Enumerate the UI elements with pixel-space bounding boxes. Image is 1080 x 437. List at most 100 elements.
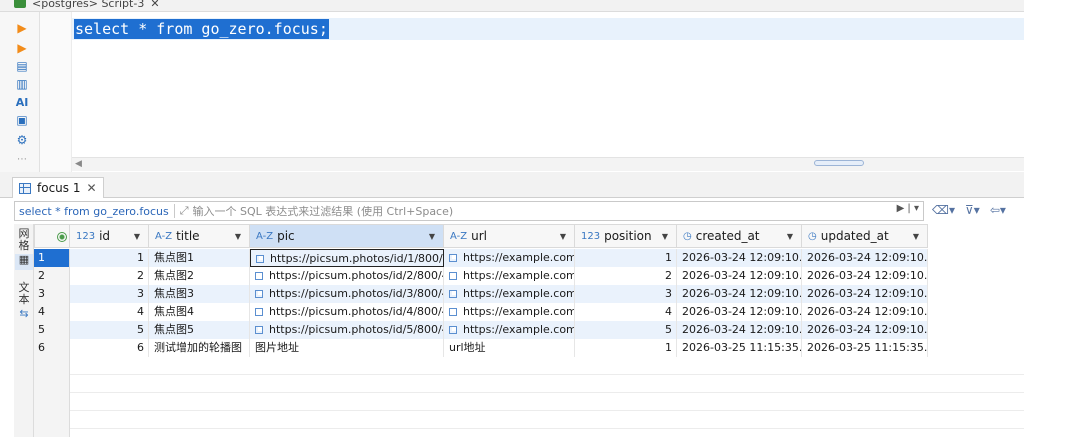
cell-position[interactable]: 1	[575, 249, 677, 267]
table-row[interactable]: 1 1 焦点图1 https://picsum.photos/id/1/800/400…	[34, 249, 928, 267]
cell-position[interactable]: 1	[575, 339, 677, 357]
link-icon[interactable]	[449, 326, 457, 334]
column-header-pic[interactable]: A-Z pic ▼	[250, 224, 444, 248]
tab-focus-1[interactable]: focus 1 ✕	[12, 177, 104, 198]
row-number[interactable]: 6	[34, 339, 70, 357]
table-row[interactable]: 3 3 焦点图3 https://picsum.photos/id/3/800/400…	[34, 285, 928, 303]
cell-title[interactable]: 焦点图2	[149, 267, 250, 285]
editor-horizontal-scrollbar[interactable]: ◀	[72, 157, 1024, 171]
sort-dropdown-icon[interactable]: ▼	[787, 232, 793, 241]
cell-pic[interactable]: https://picsum.photos/id/1/800/400	[250, 249, 444, 267]
cell-title[interactable]: 测试增加的轮播图	[149, 339, 250, 357]
table-row[interactable]: 5 5 焦点图5 https://picsum.photos/id/5/800/400…	[34, 321, 928, 339]
sort-dropdown-icon[interactable]: ▼	[134, 232, 140, 241]
column-header-updated_at[interactable]: ◷ updated_at ▼	[802, 224, 928, 248]
grid-view-toggle[interactable]: 网格	[15, 228, 33, 252]
cell-pic[interactable]: https://picsum.photos/id/3/800/400	[250, 285, 444, 303]
cell-title[interactable]: 焦点图3	[149, 285, 250, 303]
expand-icon[interactable]: ⤢	[180, 204, 189, 218]
link-icon[interactable]	[449, 308, 457, 316]
close-icon[interactable]: ✕	[86, 181, 96, 195]
record-mode-icon[interactable]: ⇆	[15, 308, 33, 320]
link-icon[interactable]	[449, 272, 457, 280]
cell-title[interactable]: 焦点图4	[149, 303, 250, 321]
cell-title[interactable]: 焦点图1	[149, 249, 250, 267]
cell-updated_at[interactable]: 2026-03-24 12:09:10.000	[802, 267, 928, 285]
close-icon[interactable]: ✕	[150, 0, 159, 10]
row-number[interactable]: 5	[34, 321, 70, 339]
explain-plan-icon[interactable]: ▤	[14, 58, 30, 74]
link-icon[interactable]	[256, 255, 264, 263]
scroll-left-icon[interactable]: ◀	[75, 158, 82, 171]
cell-pic[interactable]: https://picsum.photos/id/2/800/400	[250, 267, 444, 285]
execute-script-icon[interactable]: ▶	[14, 40, 30, 56]
sort-dropdown-icon[interactable]: ▼	[560, 232, 566, 241]
sort-dropdown-icon[interactable]: ▼	[235, 232, 241, 241]
more-tools-icon[interactable]: ⋯	[14, 152, 30, 168]
scrollbar-thumb[interactable]	[814, 160, 864, 166]
sort-dropdown-icon[interactable]: ▼	[913, 232, 919, 241]
column-header-position[interactable]: 123 position ▼	[575, 224, 677, 248]
load-plan-icon[interactable]: ▥	[14, 76, 30, 92]
ai-assistant-icon[interactable]: AI	[14, 94, 30, 110]
cell-url[interactable]: https://example.com/3	[444, 285, 575, 303]
cell-url[interactable]: https://example.com/2	[444, 267, 575, 285]
row-number[interactable]: 2	[34, 267, 70, 285]
cell-url[interactable]: https://example.com/1	[444, 249, 575, 267]
link-icon[interactable]	[449, 254, 457, 262]
row-number[interactable]: 3	[34, 285, 70, 303]
sql-statement[interactable]: select * from go_zero.focus;	[74, 19, 329, 39]
sort-dropdown-icon[interactable]: ▼	[429, 232, 435, 241]
editor-tab[interactable]: <postgres> Script-3 ✕	[14, 0, 160, 11]
cell-id[interactable]: 6	[70, 339, 149, 357]
cell-created_at[interactable]: 2026-03-24 12:09:10.000	[677, 285, 802, 303]
cell-created_at[interactable]: 2026-03-24 12:09:10.000	[677, 249, 802, 267]
cell-updated_at[interactable]: 2026-03-24 12:09:10.000	[802, 249, 928, 267]
cell-url[interactable]: https://example.com/5	[444, 321, 575, 339]
sort-dropdown-icon[interactable]: ▼	[662, 232, 668, 241]
table-row[interactable]: 2 2 焦点图2 https://picsum.photos/id/2/800/400…	[34, 267, 928, 285]
row-number[interactable]: 4	[34, 303, 70, 321]
cell-id[interactable]: 2	[70, 267, 149, 285]
filter-icon[interactable]: ⊽▾	[965, 203, 980, 217]
link-icon[interactable]	[255, 272, 263, 280]
cell-position[interactable]: 4	[575, 303, 677, 321]
cell-created_at[interactable]: 2026-03-25 11:15:35.000	[677, 339, 802, 357]
cell-position[interactable]: 3	[575, 285, 677, 303]
cell-id[interactable]: 3	[70, 285, 149, 303]
column-header-title[interactable]: A-Z title ▼	[149, 224, 250, 248]
cell-updated_at[interactable]: 2026-03-24 12:09:10.000	[802, 285, 928, 303]
cell-id[interactable]: 4	[70, 303, 149, 321]
sql-editor[interactable]: select * from go_zero.focus;	[72, 12, 1024, 157]
cell-title[interactable]: 焦点图5	[149, 321, 250, 339]
cell-id[interactable]: 1	[70, 249, 149, 267]
cell-url[interactable]: url地址	[444, 339, 575, 357]
text-view-toggle[interactable]: 文本	[15, 282, 33, 306]
column-header-url[interactable]: A-Z url ▼	[444, 224, 575, 248]
column-header-id[interactable]: 123 id ▼	[70, 224, 149, 248]
cell-updated_at[interactable]: 2026-03-25 11:15:35.000	[802, 339, 928, 357]
cell-updated_at[interactable]: 2026-03-24 12:09:10.000	[802, 321, 928, 339]
cell-pic[interactable]: 图片地址	[250, 339, 444, 357]
cell-pic[interactable]: https://picsum.photos/id/4/800/400	[250, 303, 444, 321]
cell-position[interactable]: 2	[575, 267, 677, 285]
settings-gear-icon[interactable]: ⚙	[14, 132, 30, 148]
filter-input[interactable]: select * from go_zero.focus ⤢ 输入一个 SQL 表…	[14, 201, 924, 221]
cell-created_at[interactable]: 2026-03-24 12:09:10.000	[677, 303, 802, 321]
cell-created_at[interactable]: 2026-03-24 12:09:10.000	[677, 267, 802, 285]
link-icon[interactable]	[255, 290, 263, 298]
cell-pic[interactable]: https://picsum.photos/id/5/800/400	[250, 321, 444, 339]
link-icon[interactable]	[255, 308, 263, 316]
terminal-icon[interactable]: ▣	[14, 112, 30, 128]
filter-history-dropdown-icon[interactable]: ▶ | ▾	[897, 203, 919, 214]
cell-updated_at[interactable]: 2026-03-24 12:09:10.000	[802, 303, 928, 321]
eraser-icon[interactable]: ⌫▾	[932, 203, 955, 217]
cell-created_at[interactable]: 2026-03-24 12:09:10.000	[677, 321, 802, 339]
row-number[interactable]: 1	[34, 249, 70, 267]
table-row[interactable]: 6 6 测试增加的轮播图 图片地址 url地址 1 2026-03-25 11:15:35.…	[34, 339, 928, 357]
cell-position[interactable]: 5	[575, 321, 677, 339]
link-icon[interactable]	[255, 326, 263, 334]
back-arrow-icon[interactable]: ⇦▾	[990, 203, 1006, 217]
link-icon[interactable]	[449, 290, 457, 298]
table-row[interactable]: 4 4 焦点图4 https://picsum.photos/id/4/800/400…	[34, 303, 928, 321]
